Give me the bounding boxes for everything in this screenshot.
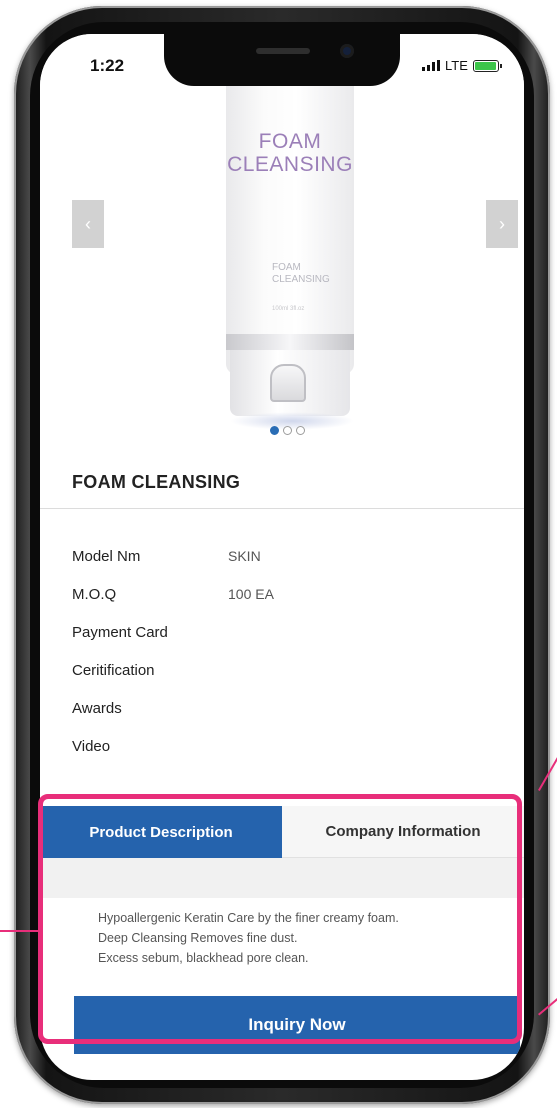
phone-notch bbox=[164, 34, 400, 86]
info-tab-bar: Product Description Company Information bbox=[40, 806, 524, 858]
spec-label: Payment Card bbox=[72, 624, 168, 641]
product-tube-image: FOAM CLEANSING FOAM CLEANSING 100ml 3fl.… bbox=[226, 74, 354, 374]
inquiry-now-button[interactable]: Inquiry Now bbox=[74, 996, 520, 1054]
battery-level bbox=[474, 61, 496, 70]
tube-cap bbox=[230, 350, 350, 416]
status-time: 1:22 bbox=[90, 56, 125, 75]
tab-product-description[interactable]: Product Description bbox=[40, 806, 282, 858]
spec-label: M.O.Q bbox=[72, 586, 117, 603]
tab-content-header bbox=[40, 858, 524, 898]
tab-company-information[interactable]: Company Information bbox=[282, 806, 524, 858]
chevron-right-icon: › bbox=[499, 213, 505, 234]
cap-window bbox=[270, 364, 306, 402]
tube-band bbox=[226, 334, 354, 350]
carousel-dot-1[interactable] bbox=[270, 426, 279, 435]
tube-volume-label: 100ml 3fl.oz bbox=[272, 306, 305, 312]
carousel-dot-3[interactable] bbox=[296, 426, 305, 435]
spec-label: Awards bbox=[72, 700, 122, 717]
spec-row-payment: Payment Card bbox=[72, 624, 228, 641]
description-line: Deep Cleansing Removes fine dust. bbox=[98, 931, 298, 945]
carousel-pagination bbox=[270, 426, 305, 435]
title-divider bbox=[40, 508, 524, 509]
tube-brand-label: FOAM CLEANSING bbox=[227, 130, 353, 176]
spec-label: Ceritification bbox=[72, 662, 155, 679]
phone-screen: FOAM CLEANSING FOAM CLEANSING 100ml 3fl.… bbox=[40, 34, 524, 1080]
status-indicators: LTE bbox=[422, 58, 502, 73]
spec-label: Model Nm bbox=[72, 548, 141, 565]
front-camera-icon bbox=[340, 44, 354, 58]
product-image-carousel: FOAM CLEANSING FOAM CLEANSING 100ml 3fl.… bbox=[40, 34, 524, 454]
battery-icon bbox=[472, 59, 502, 72]
spec-value: SKIN bbox=[228, 548, 261, 564]
annotation-pointer-left bbox=[0, 930, 38, 932]
signal-icon bbox=[422, 60, 440, 71]
spec-row-moq: M.O.Q 100 EA bbox=[72, 586, 274, 603]
carousel-dot-2[interactable] bbox=[283, 426, 292, 435]
carousel-prev-button[interactable]: ‹ bbox=[72, 200, 104, 248]
tube-small-label: FOAM CLEANSING bbox=[272, 262, 330, 285]
spec-row-certification: Ceritification bbox=[72, 662, 228, 679]
description-line: Hypoallergenic Keratin Care by the finer… bbox=[98, 911, 399, 925]
chevron-left-icon: ‹ bbox=[85, 213, 91, 234]
network-label: LTE bbox=[445, 58, 468, 73]
spec-label: Video bbox=[72, 738, 111, 755]
speaker-grille bbox=[256, 48, 310, 54]
spec-row-model: Model Nm SKIN bbox=[72, 548, 261, 565]
carousel-next-button[interactable]: › bbox=[486, 200, 518, 248]
product-title: FOAM CLEANSING bbox=[72, 472, 241, 492]
spec-value: 100 EA bbox=[228, 586, 274, 602]
spec-row-video: Video bbox=[72, 738, 228, 755]
product-description-text: Hypoallergenic Keratin Care by the finer… bbox=[98, 908, 399, 968]
spec-row-awards: Awards bbox=[72, 700, 228, 717]
description-line: Excess sebum, blackhead pore clean. bbox=[98, 951, 309, 965]
